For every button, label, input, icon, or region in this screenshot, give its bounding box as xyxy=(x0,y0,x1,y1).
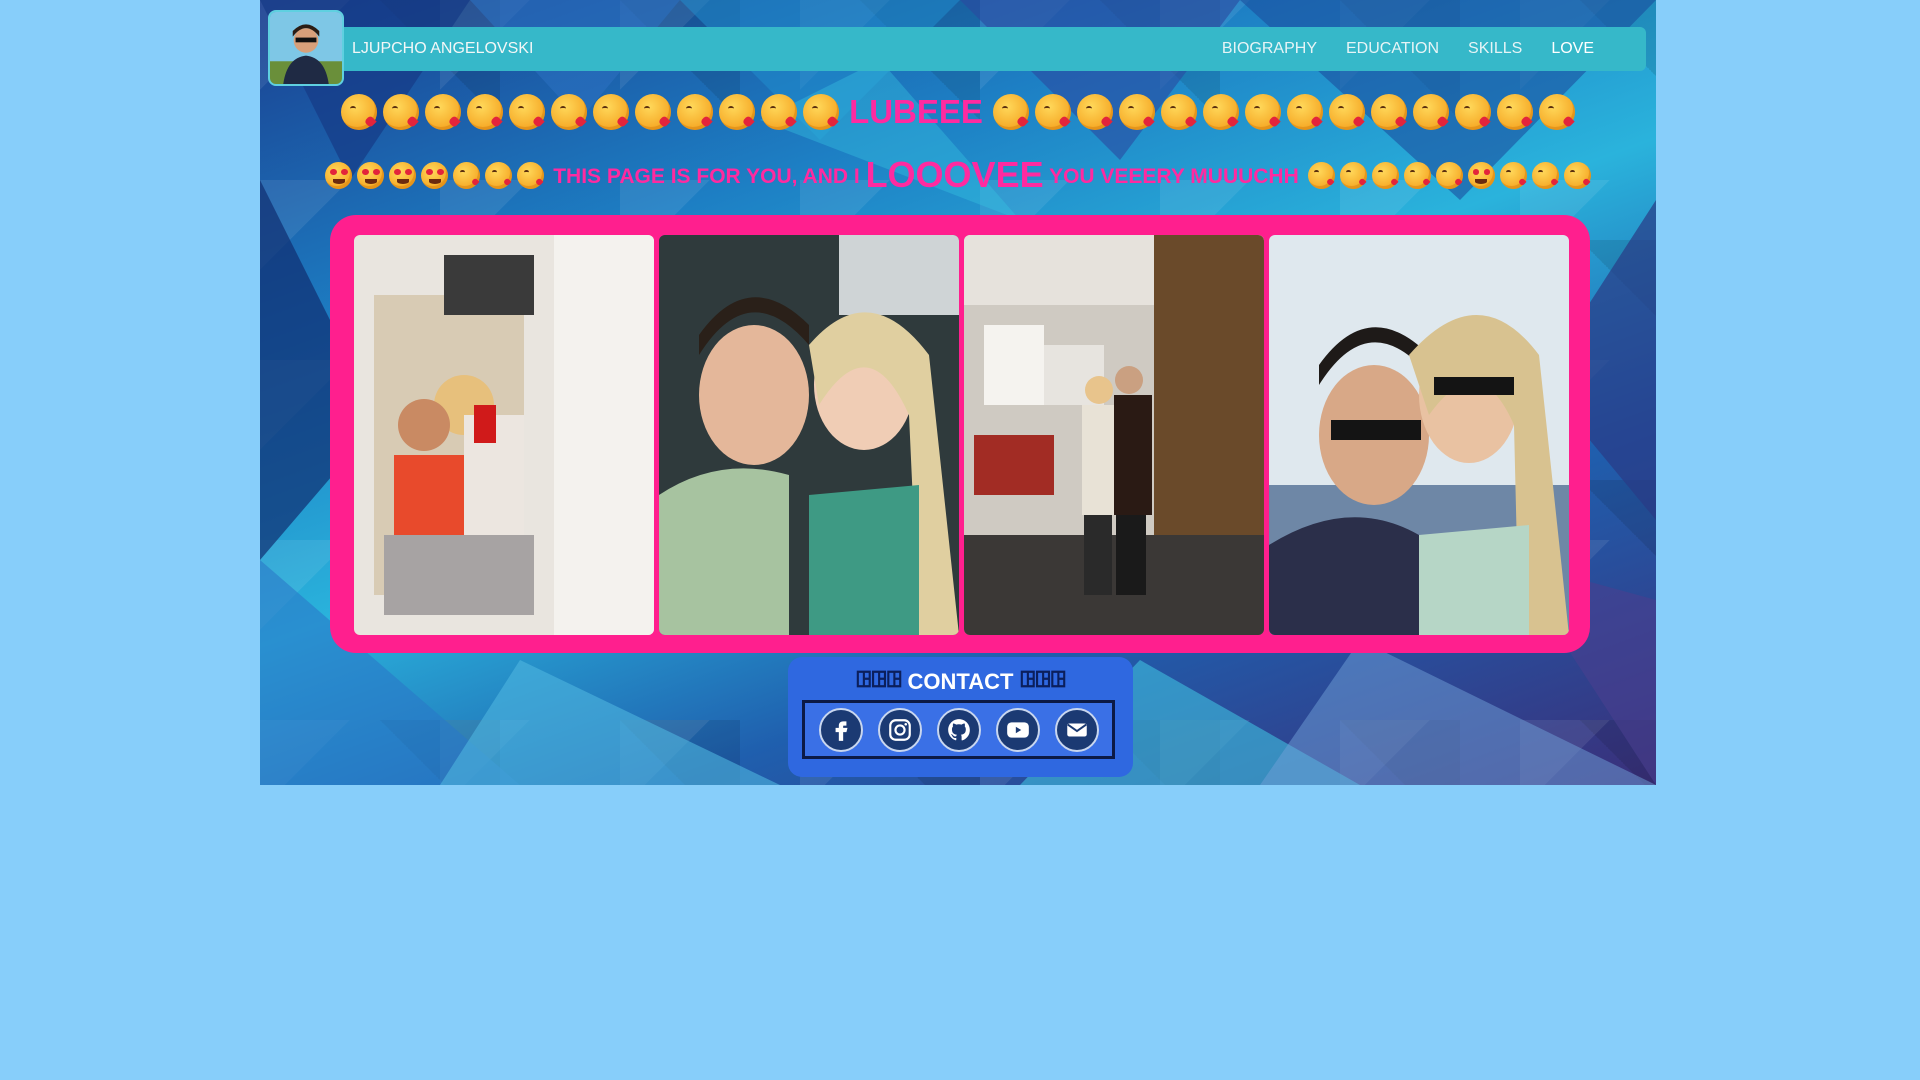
kiss-emoji-icon xyxy=(1370,94,1407,130)
kiss-emoji-icon xyxy=(1328,94,1365,130)
avatar[interactable] xyxy=(268,10,344,86)
nav-love[interactable]: LOVE xyxy=(1551,40,1594,58)
kiss-emoji-icon xyxy=(1563,161,1591,189)
kiss-emoji-icon xyxy=(1307,161,1335,189)
headline-text: LUBEEE xyxy=(849,93,983,130)
kiss-emoji-icon xyxy=(1371,161,1399,189)
kiss-emoji-icon xyxy=(803,94,840,130)
brand-name[interactable]: LJUPCHO ANGELOVSKI xyxy=(352,40,533,58)
kiss-emoji-icon xyxy=(719,94,756,130)
social-links xyxy=(802,700,1115,759)
kiss-emoji-icon xyxy=(425,94,462,130)
kiss-emoji-icon xyxy=(341,94,378,130)
kiss-emoji-icon xyxy=(1118,94,1155,130)
page-container: LJUPCHO ANGELOVSKI BIOGRAPHY EDUCATION S… xyxy=(260,0,1656,785)
love-message: THIS PAGE IS FOR YOU, AND I LOOOVEE YOU … xyxy=(553,154,1299,196)
contact-section: ꖸꖸꖸ CONTACT ꖸꖸꖸ xyxy=(788,657,1133,777)
kiss-emoji-icon xyxy=(485,161,513,189)
kiss-emoji-icon xyxy=(1034,94,1071,130)
love-message-part1: THIS PAGE IS FOR YOU, AND I xyxy=(553,165,860,188)
kiss-emoji-icon xyxy=(593,94,630,130)
avatar-photo xyxy=(270,12,342,84)
smiling-hearts-emoji-icon xyxy=(453,161,481,189)
kiss-emoji-icon xyxy=(509,94,546,130)
facebook-icon[interactable] xyxy=(818,707,863,752)
kiss-emoji-icon xyxy=(517,161,545,189)
couple-sunglasses-selfie-photo[interactable] xyxy=(1269,235,1569,635)
heart-eyes-emoji-icon xyxy=(357,161,385,189)
kiss-emoji-icon xyxy=(383,94,420,130)
kiss-emoji-icon xyxy=(551,94,588,130)
kiss-emoji-icon xyxy=(1496,94,1533,130)
kiss-emoji-icon xyxy=(761,94,798,130)
greek-key-decoration-icon: ꖸꖸꖸ xyxy=(1019,667,1067,692)
heart-eyes-emoji-icon xyxy=(325,161,353,189)
kiss-emoji-icon xyxy=(1435,161,1463,189)
kiss-emoji-icon xyxy=(1538,94,1575,130)
couple-closeup-selfie-photo[interactable] xyxy=(659,235,959,635)
kiss-emoji-icon xyxy=(467,94,504,130)
love-message-emphasis: LOOOVEE xyxy=(865,154,1044,195)
kiss-emoji-icon xyxy=(1454,94,1491,130)
couple-mirror-selfie-photo[interactable] xyxy=(354,235,654,635)
nav-education[interactable]: EDUCATION xyxy=(1346,40,1439,58)
photo-gallery xyxy=(330,215,1590,653)
kiss-emoji-icon xyxy=(635,94,672,130)
github-icon[interactable] xyxy=(936,707,981,752)
kiss-emoji-icon xyxy=(1286,94,1323,130)
kiss-emoji-icon xyxy=(1339,161,1367,189)
kiss-emoji-icon xyxy=(1244,94,1281,130)
kiss-emoji-icon xyxy=(1076,94,1113,130)
nav-skills[interactable]: SKILLS xyxy=(1468,40,1522,58)
heart-eyes-emoji-icon xyxy=(389,161,417,189)
smiling-hearts-emoji-icon xyxy=(1499,161,1527,189)
youtube-icon[interactable] xyxy=(995,707,1040,752)
email-icon[interactable] xyxy=(1054,707,1099,752)
kiss-emoji-icon xyxy=(992,94,1029,130)
heart-eyes-emoji-icon xyxy=(1467,161,1495,189)
heart-eyes-emoji-icon xyxy=(421,161,449,189)
kiss-emoji-icon xyxy=(1160,94,1197,130)
greek-key-decoration-icon: ꖸꖸꖸ xyxy=(855,667,903,692)
kiss-emoji-icon xyxy=(1412,94,1449,130)
kiss-emoji-icon xyxy=(1403,161,1431,189)
couple-hallway-mirror-photo[interactable] xyxy=(964,235,1264,635)
kiss-emoji-icon xyxy=(1202,94,1239,130)
nav-biography[interactable]: BIOGRAPHY xyxy=(1222,40,1317,58)
main-nav: BIOGRAPHY EDUCATION SKILLS LOVE xyxy=(1222,40,1594,58)
love-message-row: THIS PAGE IS FOR YOU, AND I LOOOVEE YOU … xyxy=(260,152,1656,198)
kiss-emoji-icon xyxy=(677,94,714,130)
headline-row: LUBEEE xyxy=(260,90,1656,134)
instagram-icon[interactable] xyxy=(877,707,922,752)
contact-heading: ꖸꖸꖸ CONTACT ꖸꖸꖸ xyxy=(788,667,1133,695)
smiling-hearts-emoji-icon xyxy=(1531,161,1559,189)
love-message-part2: YOU VEEERY MUUUCHH xyxy=(1049,165,1299,188)
contact-title-text: CONTACT xyxy=(907,669,1014,694)
